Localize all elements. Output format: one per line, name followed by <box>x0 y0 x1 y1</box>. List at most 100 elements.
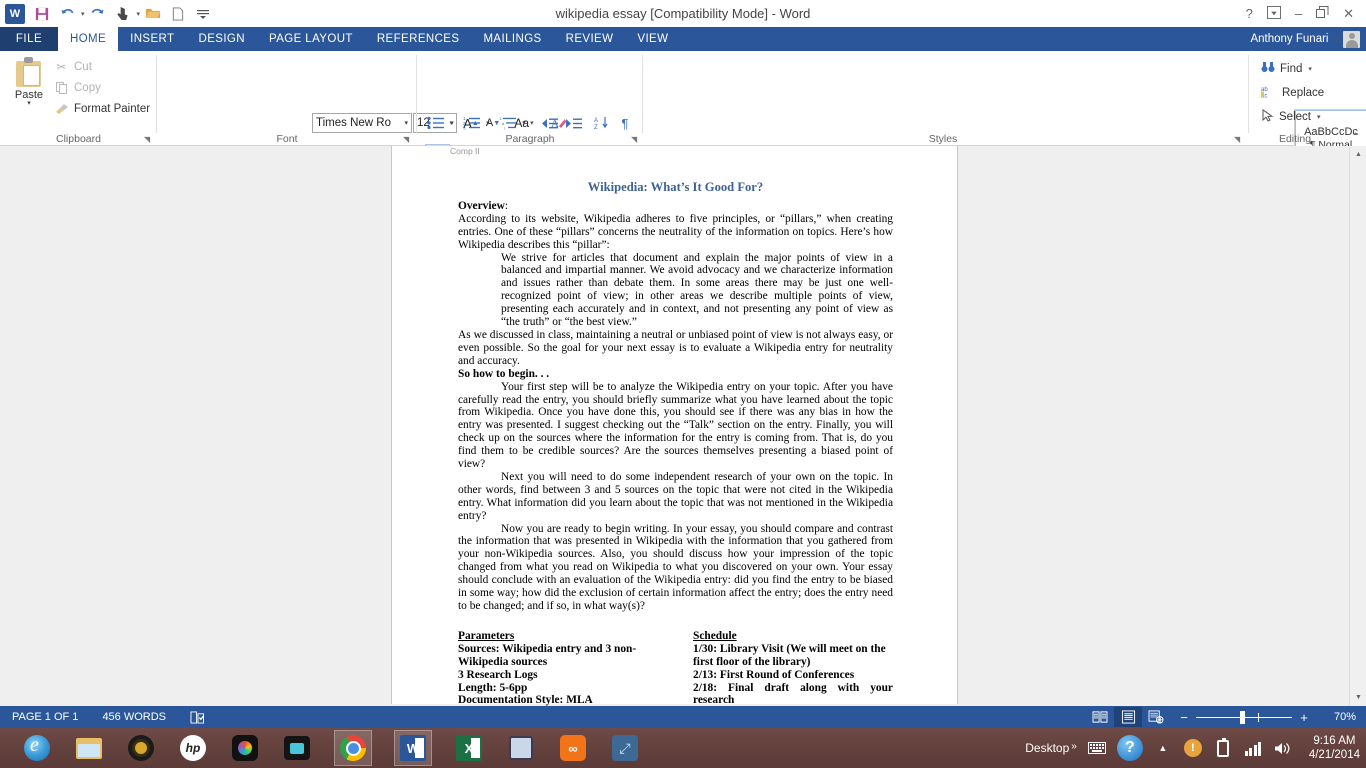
account-dropdown-caret[interactable]: ▾ <box>1334 35 1338 43</box>
customize-qat-icon[interactable] <box>191 2 215 26</box>
select-button[interactable]: Select ▾ <box>1261 107 1320 127</box>
zoom-out-button[interactable]: − <box>1178 710 1190 725</box>
tab-mailings[interactable]: MAILINGS <box>471 27 553 51</box>
document-page[interactable]: Comp II Wikipedia: What’s It Good For? O… <box>391 146 958 704</box>
network-warning-icon[interactable]: ! <box>1183 738 1203 758</box>
parameters-line: Documentation Style: MLA <box>458 694 693 706</box>
bullets-button[interactable] <box>425 113 447 133</box>
redo-icon[interactable] <box>86 2 110 26</box>
paragraph-dialog-launcher[interactable]: ◥ <box>631 135 637 144</box>
touch-keyboard-icon[interactable] <box>1087 738 1107 758</box>
multilevel-list-button[interactable]: 1ai <box>497 113 519 133</box>
sort-button[interactable]: AZ <box>591 113 613 133</box>
web-layout-button[interactable] <box>1142 707 1170 727</box>
taskbar-google-chrome-icon[interactable] <box>334 730 372 766</box>
paste-button[interactable]: Paste ▾ <box>8 55 50 127</box>
taskbar-screenshot-tool-icon[interactable] <box>230 733 260 763</box>
find-dropdown-caret[interactable]: ▾ <box>1308 65 1312 73</box>
undo-dropdown-caret[interactable]: ▾ <box>81 10 85 18</box>
close-button[interactable]: ✕ <box>1343 6 1354 22</box>
styles-dialog-launcher[interactable]: ◥ <box>1234 135 1240 144</box>
volume-icon[interactable] <box>1273 738 1293 758</box>
taskbar-camera-recorder-icon[interactable] <box>282 733 312 763</box>
replace-button[interactable]: abac Replace <box>1261 83 1324 103</box>
ribbon-display-options-icon[interactable] <box>1267 6 1281 22</box>
select-pointer-icon <box>1261 109 1274 125</box>
account-area[interactable]: Anthony Funari ▾ <box>1250 28 1360 50</box>
scroll-down-icon[interactable]: ▼ <box>1350 689 1366 706</box>
zoom-control[interactable]: − + 70% <box>1178 710 1356 725</box>
tab-design[interactable]: DESIGN <box>186 27 257 51</box>
taskbar-microsoft-word-icon[interactable]: W <box>394 730 432 766</box>
zoom-slider[interactable] <box>1196 717 1292 718</box>
numbering-button[interactable]: 123 <box>461 113 483 133</box>
help-icon[interactable]: ? <box>1117 735 1143 761</box>
word-count[interactable]: 456 WORDS <box>90 711 178 723</box>
zoom-in-button[interactable]: + <box>1298 710 1310 725</box>
battery-icon[interactable] <box>1213 738 1233 758</box>
taskbar-file-explorer-icon[interactable] <box>74 733 104 763</box>
chevron-down-icon[interactable]: ▾ <box>404 119 408 127</box>
tab-view[interactable]: VIEW <box>625 27 680 51</box>
signal-icon[interactable] <box>1243 738 1263 758</box>
zoom-level[interactable]: 70% <box>1322 711 1356 723</box>
bullets-dropdown-caret[interactable]: ▾ <box>447 113 457 133</box>
scroll-up-icon[interactable]: ▲ <box>1350 146 1366 163</box>
taskbar-virtualbox-icon[interactable] <box>506 733 536 763</box>
vertical-scrollbar[interactable]: ▲ ▼ <box>1349 146 1366 706</box>
save-icon[interactable] <box>30 2 54 26</box>
undo-icon[interactable] <box>55 2 79 26</box>
collapse-ribbon-icon[interactable]: ⌃ <box>1352 132 1360 143</box>
cut-button[interactable]: ✂ Cut <box>54 58 92 76</box>
minimize-button[interactable]: – <box>1295 6 1302 21</box>
clipboard-dialog-launcher[interactable]: ◥ <box>144 135 150 144</box>
help-button[interactable]: ? <box>1246 6 1253 21</box>
copy-button[interactable]: Copy <box>54 79 101 97</box>
multilevel-dropdown-caret[interactable]: ▾ <box>519 113 529 133</box>
taskbar-sql-tool-icon[interactable]: ⤢ <box>610 733 640 763</box>
show-formatting-marks-button[interactable]: ¶ <box>615 113 635 133</box>
restore-button[interactable] <box>1316 6 1329 21</box>
taskbar-xampp-icon[interactable]: ∞ <box>558 733 588 763</box>
increase-indent-button[interactable] <box>563 113 585 133</box>
tab-insert[interactable]: INSERT <box>118 27 186 51</box>
format-painter-button[interactable]: Format Painter <box>54 100 150 118</box>
paste-dropdown-caret[interactable]: ▾ <box>27 101 31 107</box>
touch-mode-icon[interactable] <box>111 2 135 26</box>
page-indicator[interactable]: PAGE 1 OF 1 <box>0 711 90 723</box>
tab-review[interactable]: REVIEW <box>554 27 626 51</box>
tab-references[interactable]: REFERENCES <box>365 27 472 51</box>
select-dropdown-caret[interactable]: ▾ <box>1317 113 1321 121</box>
open-icon[interactable] <box>141 2 165 26</box>
tab-home[interactable]: HOME <box>58 27 118 51</box>
document-canvas[interactable]: Comp II Wikipedia: What’s It Good For? O… <box>0 146 1366 706</box>
read-mode-button[interactable] <box>1086 707 1114 727</box>
taskbar-media-player-icon[interactable] <box>126 733 156 763</box>
document-body[interactable]: Comp II Wikipedia: What’s It Good For? O… <box>458 146 893 706</box>
desktop-toolbar[interactable]: Desktop » <box>1025 741 1077 755</box>
print-layout-button[interactable] <box>1114 707 1142 727</box>
numbering-dropdown-caret[interactable]: ▾ <box>483 113 493 133</box>
overview-paragraph: Overview: <box>458 200 893 213</box>
find-button[interactable]: Find ▾ <box>1261 59 1312 79</box>
tab-file[interactable]: FILE <box>0 27 58 51</box>
taskbar-microsoft-excel-icon[interactable]: X <box>454 733 484 763</box>
taskbar-hp-support-icon[interactable]: hp <box>178 733 208 763</box>
touch-mode-dropdown-caret[interactable]: ▾ <box>137 10 141 18</box>
show-hidden-icons-icon[interactable]: ▲ <box>1153 738 1173 758</box>
ribbon-tab-bar: FILE HOME INSERT DESIGN PAGE LAYOUT REFE… <box>0 27 1366 51</box>
taskbar-internet-explorer-icon[interactable] <box>22 733 52 763</box>
desktop-overflow-icon[interactable]: » <box>1071 741 1077 752</box>
proofing-errors-icon[interactable] <box>178 711 217 724</box>
group-editing: Find ▾ abac Replace Select ▾ Editing ⌃ <box>1249 51 1366 146</box>
font-dialog-launcher[interactable]: ◥ <box>403 135 409 144</box>
clock[interactable]: 9:16 AM 4/21/2014 <box>1303 734 1360 762</box>
schedule-line: first floor of the library) <box>693 656 893 669</box>
tab-page-layout[interactable]: PAGE LAYOUT <box>257 27 365 51</box>
ribbon: Paste ▾ ✂ Cut Copy Format Painter Clipbo… <box>0 51 1366 146</box>
new-doc-icon[interactable] <box>166 2 190 26</box>
font-name-combo[interactable]: Times New Ro ▾ <box>312 113 412 133</box>
zoom-slider-thumb[interactable] <box>1240 711 1245 724</box>
schedule-line: 1/30: Library Visit (We will meet on the <box>693 643 893 656</box>
decrease-indent-button[interactable] <box>539 113 561 133</box>
